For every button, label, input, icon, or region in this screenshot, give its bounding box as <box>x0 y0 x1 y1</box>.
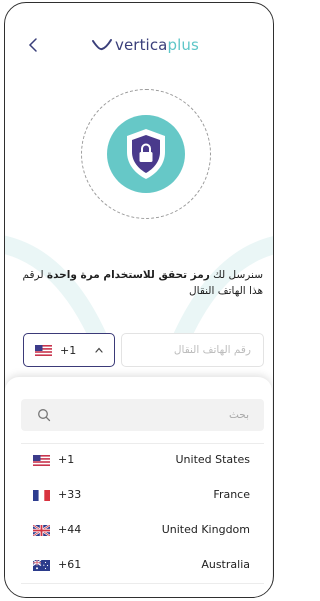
back-chevron-icon[interactable] <box>27 37 41 53</box>
country-dial-code: +1 <box>58 453 75 466</box>
country-search-input[interactable] <box>57 399 249 431</box>
country-name: United States <box>175 453 251 466</box>
us-flag-icon <box>33 455 50 466</box>
country-dial-code: +44 <box>58 523 82 536</box>
country-name: France <box>213 488 250 501</box>
logo-text-vertica: vertica <box>115 36 168 54</box>
desc-text-before: سنرسل لك <box>209 269 263 281</box>
gb-flag-icon <box>33 525 50 536</box>
country-search-box[interactable] <box>21 399 264 431</box>
country-option-united-kingdom[interactable]: +44 United Kingdom <box>5 513 272 547</box>
country-dial-code: +33 <box>58 488 82 501</box>
logo-text-plus: plus <box>167 36 199 54</box>
country-dropdown: +1 United States +33 France <box>5 377 272 597</box>
country-option-australia[interactable]: +61 Australia <box>5 548 272 582</box>
shield-lock-icon <box>127 129 165 179</box>
chevron-up-icon <box>95 347 103 353</box>
fr-flag-icon <box>33 490 50 501</box>
desc-text-bold: رمز تحقق للاستخدام مرة واحدة <box>46 269 210 281</box>
logo-mark-icon <box>92 39 112 51</box>
search-icon <box>38 409 51 422</box>
otp-description: سنرسل لك رمز تحقق للاستخدام مرة واحدة لر… <box>19 267 263 299</box>
au-flag-icon <box>33 560 50 571</box>
row-divider <box>21 583 264 584</box>
phone-frame: vertica plus سنرسل لك رمز تحقق للاستخدام … <box>4 2 274 598</box>
country-option-france[interactable]: +33 France <box>5 478 272 512</box>
us-flag-icon <box>35 344 52 356</box>
country-dial-code: +61 <box>58 558 82 571</box>
country-name: United Kingdom <box>161 523 250 536</box>
brand-logo: vertica plus <box>91 34 199 56</box>
country-option-united-states[interactable]: +1 United States <box>5 443 272 477</box>
selected-country-code: +1 <box>60 343 77 357</box>
mobile-number-input[interactable] <box>121 333 264 367</box>
country-code-selector[interactable]: +1 <box>23 333 115 367</box>
country-name: Australia <box>201 558 250 571</box>
